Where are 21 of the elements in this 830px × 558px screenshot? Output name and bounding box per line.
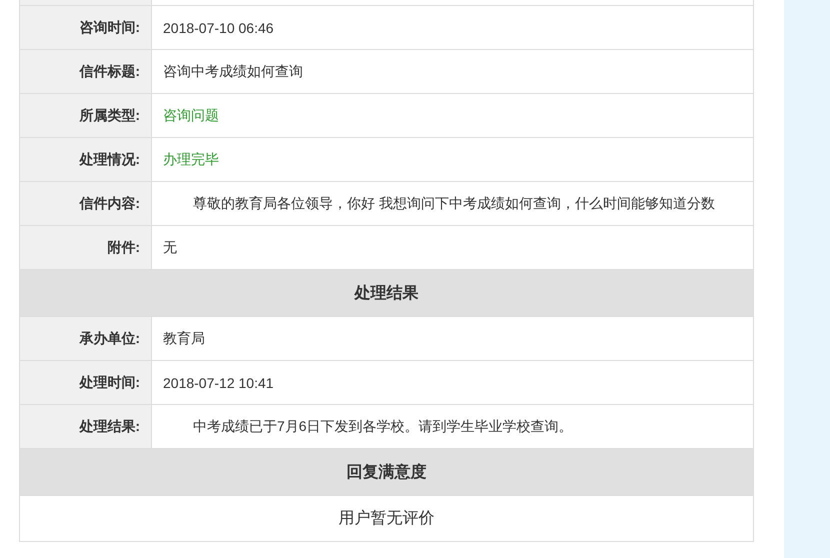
field-value: 中考成绩已于7月6日下发到各学校。请到学生毕业学校查询。: [192, 418, 573, 436]
rating-text: 用户暂无评价: [338, 508, 436, 529]
field-value: 尊敬的教育局各位领导，你好 我想询问下中考成绩如何查询，什么时间能够知道分数: [192, 194, 715, 212]
field-label: 附件:: [20, 226, 152, 269]
field-value: 办理完毕: [163, 150, 219, 168]
field-label: 信件内容:: [20, 182, 152, 225]
field-value: 咨询问题: [163, 106, 219, 124]
field-label: 承办单位:: [20, 317, 152, 360]
field-label: 处理情况:: [20, 138, 152, 181]
field-label: 处理结果:: [20, 405, 152, 448]
field-label: 处理时间:: [20, 361, 152, 404]
field-value: 无: [163, 238, 177, 256]
field-value: 2018-07-10 06:46: [163, 20, 274, 36]
field-label: 信件标题:: [20, 50, 152, 93]
field-label: 所属类型:: [20, 94, 152, 137]
section-heading: 处理结果: [20, 270, 753, 317]
field-value: 教育局: [163, 330, 205, 348]
field-value: 2018-07-12 10:41: [163, 374, 274, 390]
section-heading: 回复满意度: [20, 449, 753, 496]
field-value: 咨询中考成绩如何查询: [163, 62, 303, 80]
field-label: 咨询时间:: [20, 6, 152, 49]
